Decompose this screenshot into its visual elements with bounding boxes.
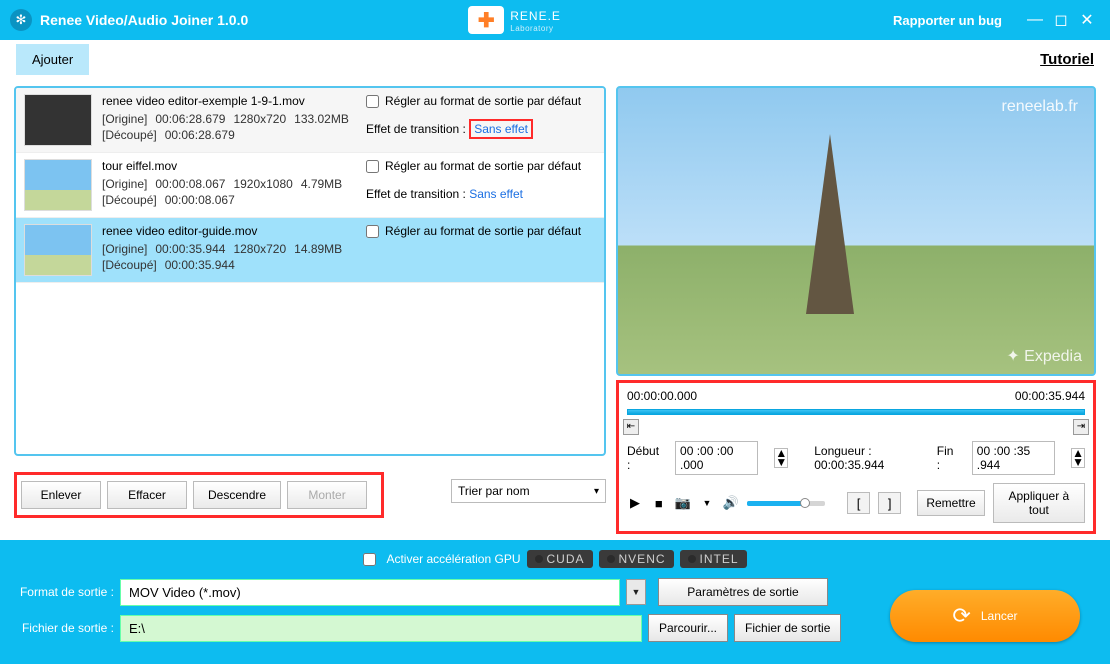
nvenc-badge: NVENC (599, 550, 674, 568)
preview-image (806, 134, 854, 314)
end-label: Fin : (937, 444, 956, 472)
file-cut: [Découpé]00:06:28.679 (102, 128, 366, 142)
watermark-text: reneelab.fr (1002, 98, 1079, 116)
play-icon[interactable]: ▶ (627, 495, 643, 511)
move-down-button[interactable]: Descendre (193, 481, 281, 509)
mark-out-button[interactable]: ] (878, 492, 901, 514)
trim-end-display: 00:00:35.944 (1015, 389, 1085, 403)
start-input[interactable]: 00 :00 :00 .000 (675, 441, 758, 475)
preview-pane: reneelab.fr ✦ Expedia 00:00:00.000 00:00… (616, 86, 1096, 534)
trim-start-handle[interactable]: ⇤ (623, 419, 639, 435)
logo-main: RENE.E (510, 9, 561, 23)
remove-button[interactable]: Enlever (21, 481, 101, 509)
default-format-label: Régler au format de sortie par défaut (385, 94, 581, 108)
transition-link[interactable]: Sans effet (469, 187, 523, 201)
file-origin: [Origine]00:06:28.6791280x720133.02MB (102, 112, 366, 126)
transition-link[interactable]: Sans effet (469, 119, 533, 139)
close-button[interactable]: ✕ (1074, 10, 1100, 30)
minimize-button[interactable]: — (1022, 11, 1048, 29)
file-row[interactable]: tour eiffel.mov [Origine]00:00:08.067192… (16, 153, 604, 218)
format-settings-button[interactable]: Paramètres de sortie (658, 578, 828, 606)
intel-badge: INTEL (680, 550, 747, 568)
app-icon: ✻ (10, 9, 32, 31)
thumbnail (24, 159, 92, 211)
file-name: tour eiffel.mov (102, 159, 366, 173)
app-title: Renee Video/Audio Joiner 1.0.0 (40, 12, 248, 28)
actions-highlight: Enlever Effacer Descendre Monter (14, 472, 384, 518)
gpu-label: Activer accélération GPU (386, 552, 520, 566)
logo-sub: Laboratory (510, 24, 561, 33)
default-format-checkbox[interactable] (366, 225, 379, 238)
file-name: renee video editor-guide.mov (102, 224, 366, 238)
default-format-label: Régler au format de sortie par défaut (385, 159, 581, 173)
stop-icon[interactable]: ■ (651, 496, 667, 511)
volume-slider[interactable] (747, 501, 825, 506)
trim-start-display: 00:00:00.000 (627, 389, 697, 403)
thumbnail (24, 94, 92, 146)
maximize-button[interactable]: ◻ (1048, 10, 1074, 30)
chevron-down-icon: ▾ (594, 486, 599, 497)
open-folder-button[interactable]: Fichier de sortie (734, 614, 841, 642)
launch-label: Lancer (981, 609, 1018, 623)
file-origin: [Origine]00:00:08.0671920x10804.79MB (102, 177, 366, 191)
browse-button[interactable]: Parcourir... (648, 614, 728, 642)
transition-label: Effet de transition : (366, 122, 466, 136)
file-cut: [Découpé]00:00:35.944 (102, 258, 366, 272)
titlebar: ✻ Renee Video/Audio Joiner 1.0.0 ✚ RENE.… (0, 0, 1110, 40)
refresh-icon: ⟳ (952, 603, 970, 629)
start-label: Début : (627, 444, 659, 472)
trim-slider[interactable]: ⇤ ⇥ (627, 407, 1085, 431)
start-spinner[interactable]: ▲▼ (774, 448, 788, 468)
default-format-label: Régler au format de sortie par défaut (385, 224, 581, 238)
format-select[interactable]: MOV Video (*.mov) (120, 579, 620, 606)
file-pane: renee video editor-exemple 1-9-1.mov [Or… (14, 86, 606, 534)
cuda-badge: CUDA (527, 550, 593, 568)
default-format-checkbox[interactable] (366, 95, 379, 108)
trim-panel: 00:00:00.000 00:00:35.944 ⇤ ⇥ Début : 00… (616, 380, 1096, 534)
format-label: Format de sortie : (14, 585, 114, 599)
snapshot-icon[interactable]: 📷 (675, 495, 691, 511)
file-name: renee video editor-exemple 1-9-1.mov (102, 94, 366, 108)
transition-label: Effet de transition : (366, 187, 466, 201)
gpu-checkbox[interactable] (363, 553, 376, 566)
tutorial-link[interactable]: Tutoriel (1040, 51, 1094, 68)
volume-icon[interactable]: 🔊 (723, 495, 739, 511)
move-up-button[interactable]: Monter (287, 481, 367, 509)
clear-button[interactable]: Effacer (107, 481, 187, 509)
main-area: renee video editor-exemple 1-9-1.mov [Or… (0, 78, 1110, 540)
topbar: Ajouter Tutoriel (0, 40, 1110, 78)
file-row[interactable]: renee video editor-exemple 1-9-1.mov [Or… (16, 88, 604, 153)
gpu-row: Activer accélération GPU CUDA NVENC INTE… (14, 548, 1096, 578)
brand-logo: ✚ RENE.E Laboratory (468, 6, 561, 34)
launch-button[interactable]: ⟳ Lancer (890, 590, 1080, 642)
length-label: Longueur : 00:00:35.944 (814, 444, 921, 472)
format-dropdown-button[interactable]: ▼ (626, 579, 646, 605)
video-preview[interactable]: reneelab.fr ✦ Expedia (616, 86, 1096, 376)
report-bug-link[interactable]: Rapporter un bug (893, 13, 1002, 28)
apply-all-button[interactable]: Appliquer à tout (993, 483, 1085, 523)
reset-button[interactable]: Remettre (917, 490, 984, 516)
footer: Activer accélération GPU CUDA NVENC INTE… (0, 540, 1110, 664)
sort-value: Trier par nom (458, 484, 530, 498)
expedia-watermark: ✦ Expedia (1006, 346, 1082, 366)
file-list: renee video editor-exemple 1-9-1.mov [Or… (14, 86, 606, 456)
sort-dropdown[interactable]: Trier par nom ▾ (451, 479, 606, 503)
logo-badge-icon: ✚ (468, 6, 504, 34)
default-format-checkbox[interactable] (366, 160, 379, 173)
end-input[interactable]: 00 :00 :35 .944 (972, 441, 1055, 475)
file-label: Fichier de sortie : (14, 621, 114, 635)
output-path-input[interactable]: E:\ (120, 615, 642, 642)
actions-row: Enlever Effacer Descendre Monter Trier p… (14, 464, 606, 518)
add-button[interactable]: Ajouter (16, 44, 89, 75)
trim-end-handle[interactable]: ⇥ (1073, 419, 1089, 435)
end-spinner[interactable]: ▲▼ (1071, 448, 1085, 468)
file-row[interactable]: renee video editor-guide.mov [Origine]00… (16, 218, 604, 283)
thumbnail (24, 224, 92, 276)
logo-text: RENE.E Laboratory (510, 7, 561, 33)
file-origin: [Origine]00:00:35.9441280x72014.89MB (102, 242, 366, 256)
file-cut: [Découpé]00:00:08.067 (102, 193, 366, 207)
mark-in-button[interactable]: [ (847, 492, 870, 514)
snapshot-chevron-icon[interactable]: ▼ (699, 498, 715, 508)
